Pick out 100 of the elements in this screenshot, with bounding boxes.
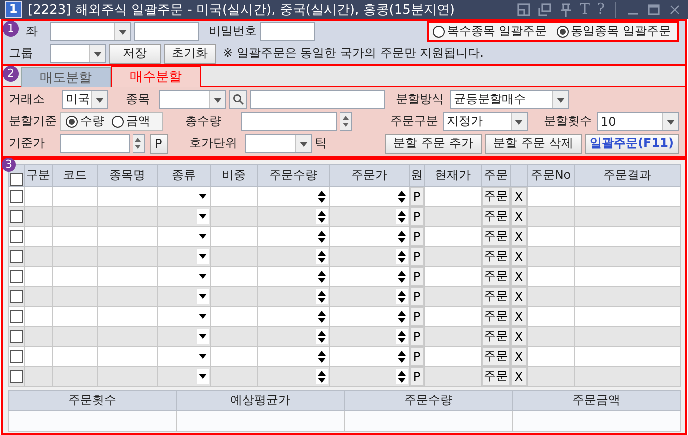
input-field[interactable] xyxy=(260,22,315,41)
dropdown-field[interactable] xyxy=(50,22,131,41)
dropdown-button[interactable] xyxy=(552,91,568,108)
order-button[interactable]: 주문 xyxy=(482,207,510,226)
row-checkbox[interactable] xyxy=(10,270,23,283)
dropdown-field[interactable]: 균등분할매수 xyxy=(450,90,569,109)
dropdown-button[interactable] xyxy=(662,113,678,130)
row-checkbox[interactable] xyxy=(10,370,23,383)
order-button[interactable]: 주문 xyxy=(482,367,510,386)
delete-button[interactable]: X xyxy=(511,267,527,286)
dropdown-field[interactable]: 10 xyxy=(597,112,679,131)
action-button[interactable]: 분할 주문 추가 xyxy=(385,134,482,154)
input-field[interactable] xyxy=(60,134,130,153)
input-field[interactable] xyxy=(134,22,199,41)
maximize-icon[interactable] xyxy=(647,2,661,16)
row-checkbox[interactable] xyxy=(10,250,23,263)
order-button[interactable]: 주문 xyxy=(482,227,510,246)
pin-icon[interactable] xyxy=(558,2,573,16)
dropdown-button[interactable] xyxy=(209,91,225,108)
spin-button[interactable] xyxy=(316,349,328,364)
layout-icon[interactable] xyxy=(516,2,531,16)
price-button[interactable]: P xyxy=(410,347,424,366)
spin-button[interactable] xyxy=(316,329,328,344)
delete-button[interactable]: X xyxy=(511,307,527,326)
spin-button[interactable] xyxy=(316,209,328,224)
select-all-checkbox[interactable] xyxy=(10,173,23,186)
close-icon[interactable] xyxy=(668,2,682,16)
spin-button[interactable] xyxy=(396,369,408,384)
row-checkbox[interactable] xyxy=(10,210,23,223)
spin-button[interactable] xyxy=(396,289,408,304)
row-checkbox[interactable] xyxy=(10,310,23,323)
order-button[interactable]: 주문 xyxy=(482,267,510,286)
order-button[interactable]: 주문 xyxy=(482,347,510,366)
submit-button[interactable]: 일괄주문(F11) xyxy=(585,134,679,154)
dropdown-button[interactable] xyxy=(89,45,105,62)
dropdown-button[interactable] xyxy=(197,289,209,304)
spin-button[interactable] xyxy=(396,229,408,244)
action-button[interactable]: 분할 주문 삭제 xyxy=(485,134,582,154)
dropdown-field[interactable]: 미국 xyxy=(62,90,108,109)
delete-button[interactable]: X xyxy=(511,327,527,346)
price-button[interactable]: P xyxy=(150,134,168,154)
radio-button[interactable]: 복수종목 일괄주문 xyxy=(433,23,548,40)
delete-button[interactable]: X xyxy=(511,367,527,386)
dropdown-button[interactable] xyxy=(197,329,209,344)
spin-button[interactable] xyxy=(396,349,408,364)
dropdown-button[interactable] xyxy=(197,369,209,384)
order-button[interactable]: 주문 xyxy=(482,307,510,326)
spin-button[interactable] xyxy=(396,189,408,204)
action-button[interactable]: 초기화 xyxy=(164,44,216,64)
delete-button[interactable]: X xyxy=(511,187,527,206)
spin-button[interactable] xyxy=(316,309,328,324)
row-checkbox[interactable] xyxy=(10,290,23,303)
delete-button[interactable]: X xyxy=(511,287,527,306)
spin-button[interactable] xyxy=(316,269,328,284)
radio-button[interactable]: 동일종목 일괄주문 xyxy=(557,23,671,40)
dropdown-field[interactable] xyxy=(245,134,312,153)
price-button[interactable]: P xyxy=(410,327,424,346)
price-button[interactable]: P xyxy=(410,207,424,226)
dropdown-button[interactable] xyxy=(91,91,107,108)
radio-button[interactable]: 수량 xyxy=(66,113,104,130)
spin-button[interactable] xyxy=(396,309,408,324)
price-button[interactable]: P xyxy=(410,267,424,286)
order-button[interactable]: 주문 xyxy=(482,187,510,206)
spin-button[interactable] xyxy=(396,249,408,264)
delete-button[interactable]: X xyxy=(511,227,527,246)
spin-button[interactable] xyxy=(316,189,328,204)
tab[interactable]: 매도분할 xyxy=(21,67,111,87)
windows-icon[interactable] xyxy=(538,2,552,16)
dropdown-field[interactable] xyxy=(159,90,226,109)
price-button[interactable]: P xyxy=(410,187,424,206)
spin-button[interactable] xyxy=(396,209,408,224)
dropdown-button[interactable] xyxy=(114,23,130,40)
radio-button[interactable]: 금액 xyxy=(112,113,150,130)
order-button[interactable]: 주문 xyxy=(482,327,510,346)
spin-button[interactable] xyxy=(316,249,328,264)
row-checkbox[interactable] xyxy=(10,350,23,363)
spin-button[interactable] xyxy=(396,269,408,284)
spin-button[interactable] xyxy=(316,229,328,244)
order-button[interactable]: 주문 xyxy=(482,287,510,306)
row-checkbox[interactable] xyxy=(10,330,23,343)
spin-button[interactable] xyxy=(316,369,328,384)
price-button[interactable]: P xyxy=(410,287,424,306)
row-checkbox[interactable] xyxy=(10,230,23,243)
spin-button[interactable] xyxy=(396,329,408,344)
delete-button[interactable]: X xyxy=(511,347,527,366)
input-field[interactable] xyxy=(241,112,338,131)
search-button[interactable] xyxy=(229,90,247,109)
spin-button[interactable] xyxy=(316,289,328,304)
dropdown-button[interactable] xyxy=(295,135,311,152)
dropdown-field[interactable]: 지정가 xyxy=(442,112,528,131)
delete-button[interactable]: X xyxy=(511,247,527,266)
dropdown-button[interactable] xyxy=(510,113,527,130)
delete-button[interactable]: X xyxy=(511,207,527,226)
price-button[interactable]: P xyxy=(410,227,424,246)
action-button[interactable]: 저장 xyxy=(109,44,161,64)
price-button[interactable]: P xyxy=(410,247,424,266)
order-button[interactable]: 주문 xyxy=(482,247,510,266)
price-button[interactable]: P xyxy=(410,367,424,386)
dropdown-field[interactable] xyxy=(50,44,106,63)
input-field[interactable] xyxy=(250,90,385,109)
